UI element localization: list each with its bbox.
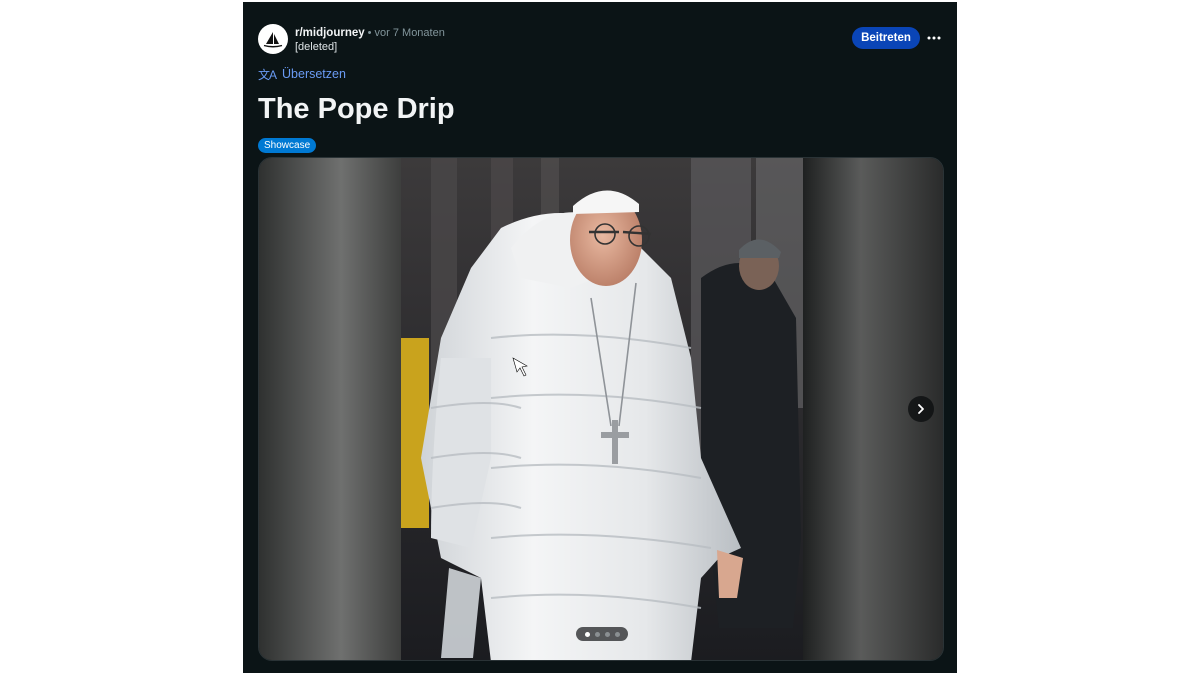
translate-label: Übersetzen — [282, 67, 346, 81]
post-timestamp: vor 7 Monaten — [374, 27, 445, 39]
carousel-indicator — [576, 627, 628, 641]
translate-link[interactable]: 文A Übersetzen — [258, 65, 346, 83]
more-options-icon — [927, 36, 941, 40]
meta-separator: • — [367, 27, 372, 39]
subreddit-avatar[interactable] — [258, 24, 288, 54]
sailboat-icon — [263, 32, 283, 48]
carousel-dot[interactable] — [594, 631, 600, 637]
carousel-next-button[interactable] — [908, 396, 934, 422]
gallery-image[interactable] — [401, 158, 803, 661]
join-button[interactable]: Beitreten — [852, 27, 920, 49]
translate-icon: 文A — [258, 67, 277, 82]
subreddit-link[interactable]: r/midjourney — [295, 27, 365, 39]
post-meta: r/midjourney • vor 7 Monaten [deleted] — [295, 25, 445, 54]
reddit-post: r/midjourney • vor 7 Monaten [deleted] Bei… — [243, 2, 957, 673]
carousel-dot[interactable] — [614, 631, 620, 637]
carousel-dot[interactable] — [604, 631, 610, 637]
post-gallery[interactable] — [258, 157, 944, 661]
chevron-right-icon — [918, 404, 924, 414]
post-flair[interactable]: Showcase — [258, 138, 317, 153]
more-options-button[interactable] — [923, 27, 945, 49]
post-header: r/midjourney • vor 7 Monaten [deleted] Bei… — [258, 22, 945, 58]
post-author: [deleted] — [295, 41, 338, 53]
post-title[interactable]: The Pope Drip — [258, 90, 455, 128]
carousel-dot[interactable] — [584, 631, 590, 637]
